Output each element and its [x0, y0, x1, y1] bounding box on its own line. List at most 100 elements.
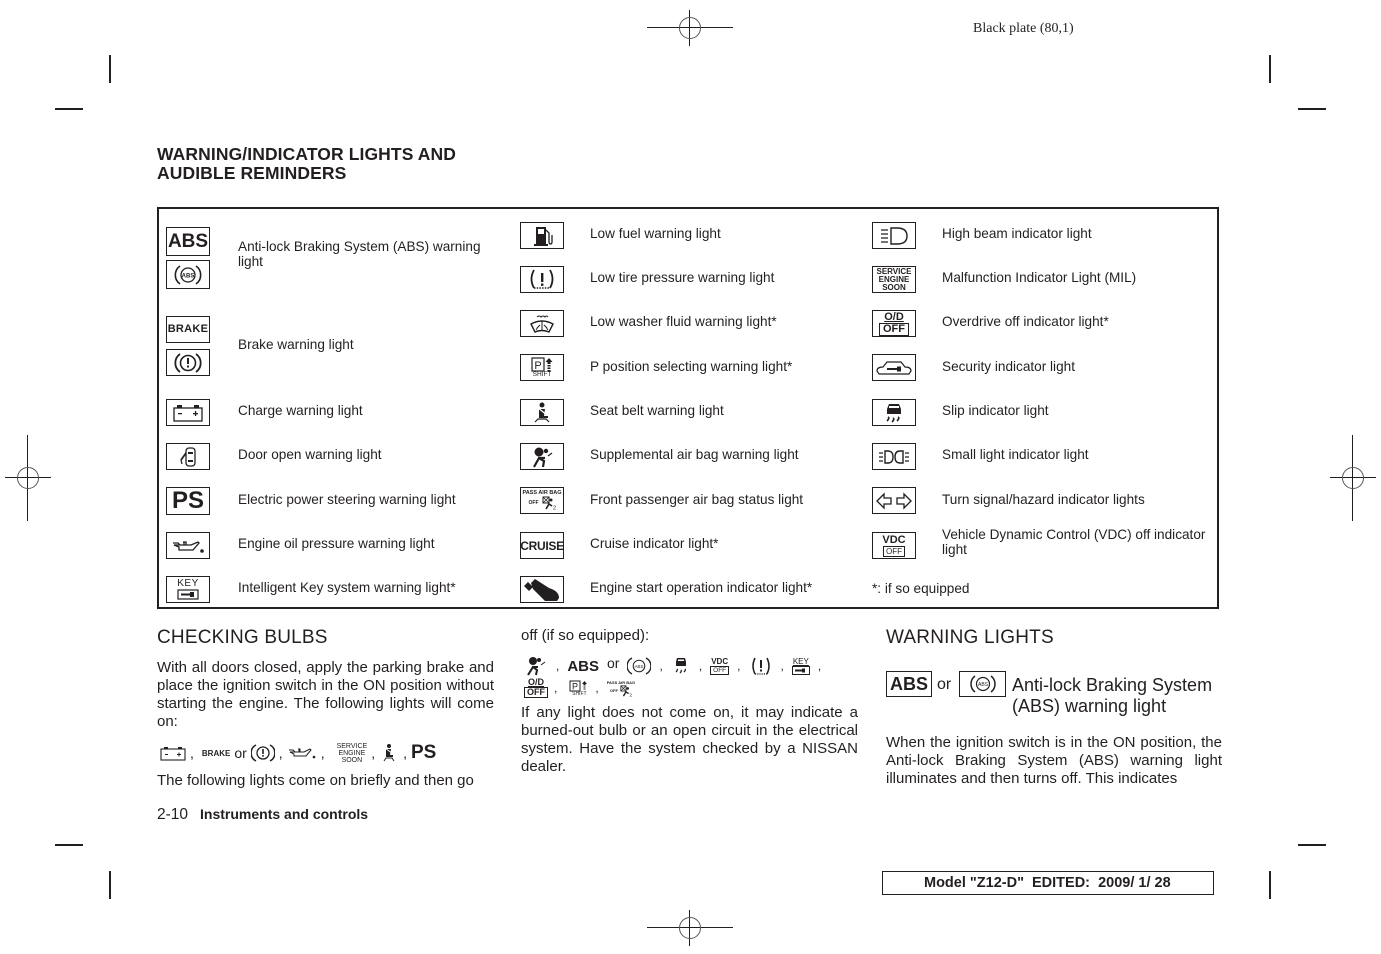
brake-circle-icon: [166, 349, 210, 376]
oil-can-icon: [288, 748, 315, 759]
cruise-label: Cruise indicator light*: [590, 536, 719, 551]
slip-icon: [872, 399, 916, 426]
battery-icon: [160, 747, 186, 761]
vdc-off-icon: VDC OFF: [872, 532, 916, 559]
small-light-icon: [872, 443, 916, 470]
page-footer: 2-10 Instruments and controls: [157, 806, 368, 824]
registration-mark: [647, 10, 733, 46]
crop-mark: [1298, 844, 1326, 846]
airbag-label: Supplemental air bag warning light: [590, 447, 799, 462]
brake-text-icon: BRAKE: [201, 748, 231, 758]
abs-warning-header: ABS or ABS Anti-lock Braking System (ABS…: [886, 670, 1226, 720]
ps-icon: PS: [410, 742, 437, 763]
pass-airbag-off-icon: PASS AIR BAG OFF 2: [520, 487, 564, 514]
security-label: Security indicator light: [942, 359, 1075, 374]
registration-mark: [5, 435, 51, 521]
key-icon: KEY: [166, 576, 210, 603]
key-icon: KEY: [791, 657, 810, 675]
chapter-title: Instruments and controls: [200, 806, 369, 822]
airbag-icon: [520, 443, 564, 470]
warning-lights-heading: WARNING LIGHTS: [886, 627, 1054, 648]
security-icon: [872, 354, 916, 381]
checking-bulbs-para3: If any light does not come on, it may in…: [521, 704, 858, 775]
abs-text-icon: ABS: [166, 227, 210, 256]
small-light-label: Small light indicator light: [942, 447, 1089, 462]
slip-label: Slip indicator light: [942, 403, 1049, 418]
door-open-icon: [166, 443, 210, 470]
low-fuel-label: Low fuel warning light: [590, 226, 721, 241]
svg-text:ABS: ABS: [635, 664, 644, 669]
battery-icon: [166, 399, 210, 426]
od-off-icon: O/D OFF: [872, 310, 916, 337]
warning-lights-para: When the ignition switch is in the ON po…: [886, 734, 1222, 787]
section-title-line2: AUDIBLE REMINDERS: [157, 163, 347, 183]
tire-pressure-label: Low tire pressure warning light: [590, 270, 775, 285]
mil-label: Malfunction Indicator Light (MIL): [942, 270, 1137, 285]
p-shift-icon: P SHIFT: [520, 354, 564, 381]
warning-lights-table: ABS ABS Anti-lock Braking System (ABS) w…: [157, 207, 1219, 609]
washer-fluid-icon: [520, 310, 564, 337]
registration-mark: [647, 910, 733, 946]
tire-pressure-icon: [751, 657, 770, 675]
ps-icon: PS: [166, 487, 210, 515]
checking-bulbs-para2: The following lights come on briefly and…: [157, 772, 474, 789]
service-engine-soon-icon: SERVICE ENGINE SOON: [872, 266, 916, 293]
footnote: *: if so equipped: [872, 581, 970, 596]
overdrive-off-label: Overdrive off indicator light*: [942, 314, 1109, 329]
od-off-icon: O/D OFF: [524, 678, 548, 698]
crop-mark: [109, 871, 111, 899]
model-info-box: Model "Z12-D" EDITED: 2009/ 1/ 28: [882, 871, 1214, 895]
engine-start-label: Engine start operation indicator light*: [590, 580, 813, 595]
abs-warning-title: Anti-lock Braking System (ABS) warning l…: [1012, 675, 1213, 716]
oil-can-icon: [166, 532, 210, 559]
crop-mark: [109, 55, 111, 83]
brake-circle-icon: [250, 744, 275, 762]
power-steering-label: Electric power steering warning light: [238, 492, 456, 507]
checking-bulbs-para1: With all doors closed, apply the parking…: [157, 659, 494, 730]
vdc-off-label: Vehicle Dynamic Control (VDC) off indica…: [942, 527, 1206, 557]
slip-icon: [675, 658, 686, 674]
door-open-label: Door open warning light: [238, 447, 382, 462]
plate-label: Black plate (80,1): [973, 21, 1074, 36]
section-title-line1: WARNING/INDICATOR LIGHTS AND: [157, 144, 456, 164]
registration-mark: [1330, 435, 1376, 521]
or-text: or: [234, 745, 247, 761]
abs-warning-label: Anti-lock Braking System (ABS) warning l…: [238, 239, 481, 269]
charge-warning-label: Charge warning light: [238, 403, 363, 418]
crop-mark: [1298, 108, 1326, 110]
checking-bulbs-heading: CHECKING BULBS: [157, 627, 328, 648]
turn-signal-label: Turn signal/hazard indicator lights: [942, 492, 1145, 507]
section-title: WARNING/INDICATOR LIGHTS AND AUDIBLE REM…: [157, 145, 456, 183]
passenger-airbag-label: Front passenger air bag status light: [590, 492, 804, 507]
airbag-icon: [527, 657, 546, 676]
turn-signal-icon: [872, 487, 916, 514]
lights-briefly-icon-list: , ABS or ABS , , VDC OFF , , KEY , O/D O…: [524, 654, 864, 698]
or-text: or: [607, 655, 620, 671]
p-position-label: P position selecting warning light*: [590, 359, 793, 374]
brake-warning-label: Brake warning light: [238, 337, 354, 352]
intelligent-key-label: Intelligent Key system warning light*: [238, 580, 456, 595]
abs-circle-icon: ABS: [627, 657, 652, 675]
page-number: 2-10: [157, 806, 189, 823]
checking-bulbs-para2-cont: off (if so equipped):: [521, 627, 650, 644]
oil-pressure-label: Engine oil pressure warning light: [238, 536, 435, 551]
engine-start-icon: [520, 576, 564, 603]
cruise-icon: CRUISE: [520, 532, 564, 559]
service-engine-soon-icon: SERVICE ENGINE SOON: [336, 742, 368, 764]
seat-belt-icon: [383, 744, 395, 762]
abs-text-icon: ABS: [886, 671, 932, 697]
high-beam-icon: [872, 222, 916, 249]
abs-circle-icon: ABS: [166, 260, 210, 289]
crop-mark: [1269, 55, 1271, 83]
svg-text:ABS: ABS: [977, 682, 988, 688]
abs-text-icon: ABS: [567, 657, 600, 675]
abs-circle-icon: ABS: [959, 671, 1006, 697]
svg-text:2: 2: [553, 506, 556, 511]
p-shift-icon: P SHIFT: [569, 680, 588, 697]
fuel-pump-icon: [520, 222, 564, 249]
svg-text:2: 2: [629, 692, 632, 696]
seat-belt-label: Seat belt warning light: [590, 403, 724, 418]
seat-belt-icon: [520, 399, 564, 426]
svg-text:ABS: ABS: [182, 273, 195, 279]
crop-mark: [55, 108, 83, 110]
